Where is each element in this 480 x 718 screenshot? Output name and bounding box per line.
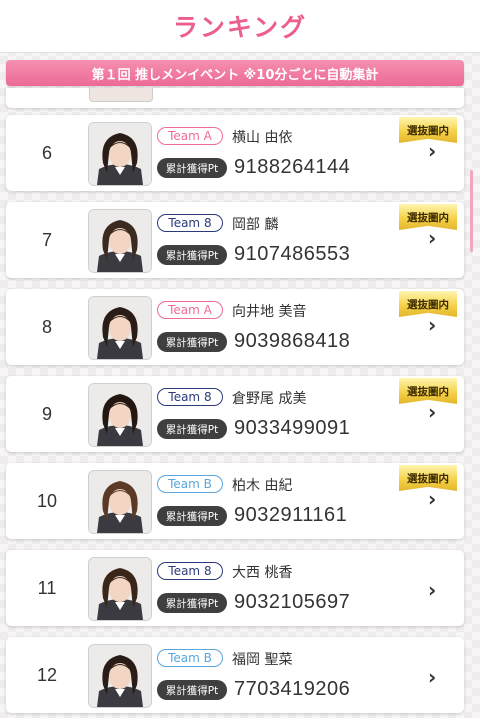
rank-number: 11: [37, 577, 57, 598]
member-name: 横山 由依: [232, 130, 293, 146]
rank-number: 7: [41, 229, 52, 250]
chevron-right-icon[interactable]: ›: [428, 400, 436, 424]
member-name: 大西 桃香: [232, 565, 293, 581]
scrollbar[interactable]: [470, 170, 473, 252]
ranking-row[interactable]: 9 Team 8 倉野尾 成美 累計獲得Pt 9033499091 選抜圏内 ›: [6, 376, 464, 452]
page-title: ランキング: [172, 13, 308, 42]
points-label: 累計獲得Pt: [157, 245, 227, 265]
member-name: 向井地 美音: [232, 304, 307, 320]
rank-number: 10: [36, 490, 58, 511]
member-photo: [88, 296, 152, 360]
member-name: 岡部 麟: [232, 217, 279, 233]
member-name: 福岡 聖菜: [232, 652, 293, 668]
team-badge: Team B: [157, 475, 223, 493]
rank-number: 12: [36, 664, 58, 685]
points-label: 累計獲得Pt: [157, 158, 227, 178]
rank-number: 8: [41, 316, 52, 337]
ranking-row[interactable]: 10 Team B 柏木 由紀 累計獲得Pt 9032911161 選抜圏内 ›: [6, 463, 464, 539]
ranking-row[interactable]: 8 Team A 向井地 美音 累計獲得Pt 9039868418 選抜圏内 ›: [6, 289, 464, 365]
chevron-right-icon[interactable]: ›: [428, 487, 436, 511]
points-value: 9032105697: [234, 591, 351, 613]
team-badge: Team A: [157, 127, 223, 145]
previous-ranking-card[interactable]: [6, 88, 464, 108]
points-value: 9039868418: [234, 330, 351, 352]
points-label: 累計獲得Pt: [157, 419, 227, 439]
team-badge: Team B: [157, 649, 223, 667]
team-badge: Team 8: [157, 388, 223, 406]
points-value: 9188264144: [234, 156, 351, 178]
team-badge: Team 8: [157, 214, 223, 232]
points-value: 7703419206: [234, 678, 351, 700]
ranking-row[interactable]: 11 Team 8 大西 桃香 累計獲得Pt 9032105697 ›: [6, 550, 464, 626]
points-label: 累計獲得Pt: [157, 506, 227, 526]
chevron-right-icon[interactable]: ›: [428, 578, 436, 602]
chevron-right-icon[interactable]: ›: [428, 313, 436, 337]
member-name: 倉野尾 成美: [232, 391, 307, 407]
member-photo: [88, 644, 152, 708]
rank-number: 6: [41, 142, 52, 163]
points-value: 9032911161: [234, 504, 348, 526]
event-banner-text: 第１回 推しメンイベント ※10分ごとに自動集計: [91, 67, 379, 83]
member-photo: [88, 209, 152, 273]
member-photo: [88, 470, 152, 534]
points-label: 累計獲得Pt: [157, 593, 227, 613]
app-header: ランキング: [0, 0, 480, 53]
member-photo: [88, 383, 152, 447]
team-badge: Team 8: [157, 562, 223, 580]
chevron-right-icon[interactable]: ›: [428, 139, 436, 163]
points-value: 9033499091: [234, 417, 351, 439]
ranking-row[interactable]: 7 Team 8 岡部 麟 累計獲得Pt 9107486553 選抜圏内 ›: [6, 202, 464, 278]
member-photo: [88, 557, 152, 621]
member-photo: [89, 88, 153, 102]
member-name: 柏木 由紀: [232, 478, 293, 494]
ranking-row[interactable]: 12 Team B 福岡 聖菜 累計獲得Pt 7703419206 ›: [6, 637, 464, 713]
event-banner: 第１回 推しメンイベント ※10分ごとに自動集計: [6, 60, 464, 86]
chevron-right-icon[interactable]: ›: [428, 665, 436, 689]
member-photo: [88, 122, 152, 186]
team-badge: Team A: [157, 301, 223, 319]
ranking-row[interactable]: 6 Team A 横山 由依 累計獲得Pt 9188264144 選抜圏内 ›: [6, 115, 464, 191]
points-label: 累計獲得Pt: [157, 332, 227, 352]
points-label: 累計獲得Pt: [157, 680, 227, 700]
rank-number: 9: [41, 403, 52, 424]
points-value: 9107486553: [234, 243, 351, 265]
chevron-right-icon[interactable]: ›: [428, 226, 436, 250]
